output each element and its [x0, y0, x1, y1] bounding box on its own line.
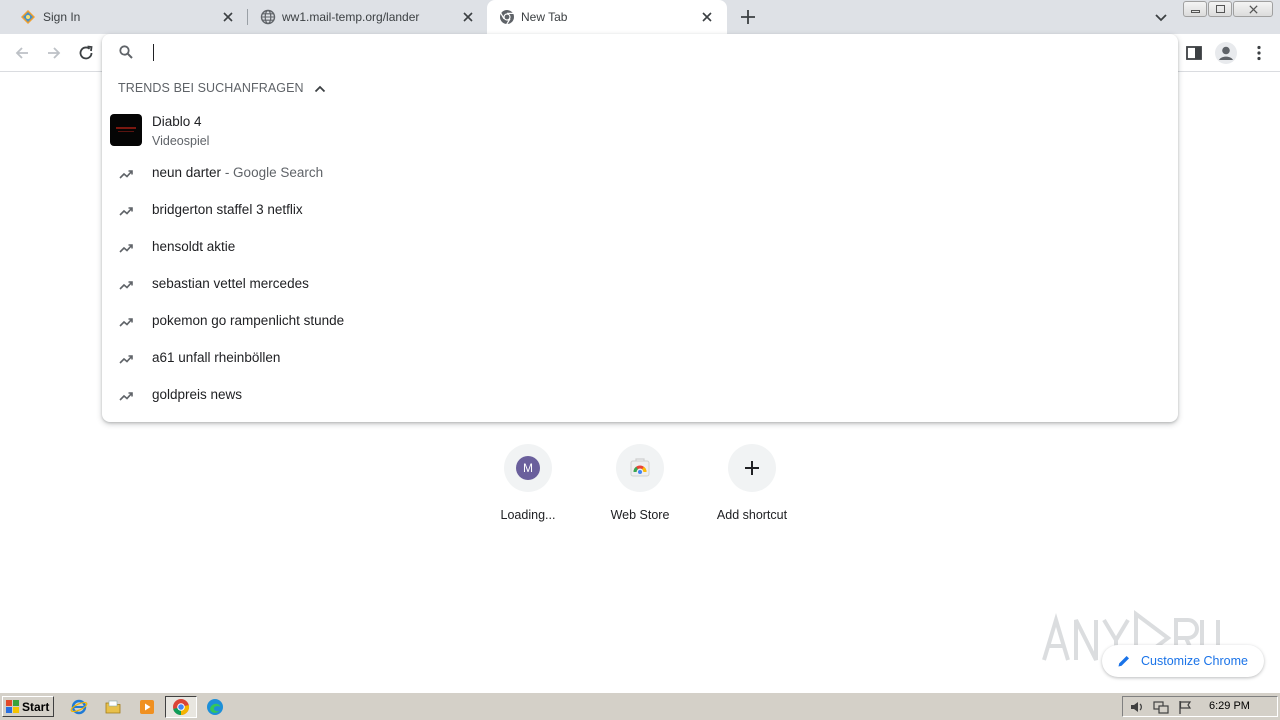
close-window-button[interactable]	[1233, 1, 1273, 17]
tab-sign-in[interactable]: Sign In	[8, 0, 246, 34]
suggestion-description: - Google Search	[221, 165, 324, 180]
entity-suggestion-diablo-4[interactable]: Diablo 4 Videospiel	[102, 110, 1178, 154]
trending-up-icon	[119, 281, 133, 290]
flag-icon[interactable]	[1177, 699, 1193, 715]
web-store-icon	[630, 458, 650, 477]
restore-icon	[1216, 5, 1225, 13]
diablo-thumbnail-image	[110, 114, 142, 146]
shortcut-icon-circle	[616, 444, 664, 492]
tab-new-tab[interactable]: New Tab	[487, 0, 727, 34]
plus-icon	[745, 461, 759, 475]
omnibox-dropdown: TRENDS BEI SUCHANFRAGEN Diablo 4 Videosp…	[102, 34, 1178, 422]
trending-suggestion[interactable]: goldpreis news	[102, 377, 1178, 414]
close-icon[interactable]	[460, 9, 476, 25]
trending-suggestion[interactable]: bridgerton staffel 3 netflix	[102, 192, 1178, 229]
restore-button[interactable]	[1208, 1, 1232, 17]
suggestion-query: sebastian vettel mercedes	[152, 276, 309, 291]
shortcut-label: Add shortcut	[716, 508, 788, 522]
tab-title: New Tab	[521, 10, 568, 24]
suggestion-query: bridgerton staffel 3 netflix	[152, 202, 303, 217]
omnibox-input[interactable]	[152, 40, 1152, 64]
windows-logo-icon	[6, 700, 19, 713]
trending-suggestion[interactable]: neun darter - Google Search	[102, 155, 1178, 192]
suggestion-text: neun darter - Google Search	[152, 165, 323, 180]
text-caret	[153, 44, 154, 61]
trending-up-icon	[119, 170, 133, 179]
globe-icon	[260, 9, 276, 25]
shortcut-icon-circle	[728, 444, 776, 492]
suggestion-query: pokemon go rampenlicht stunde	[152, 313, 345, 328]
suggestion-query: hensoldt aktie	[152, 239, 236, 254]
trending-up-icon	[119, 355, 133, 364]
thumbnail-logo-mark	[116, 127, 136, 129]
reload-icon[interactable]	[76, 43, 96, 63]
system-tray: 6:29 PM	[1122, 696, 1278, 717]
network-icon[interactable]	[1153, 699, 1169, 715]
profile-avatar-icon[interactable]	[1214, 41, 1238, 65]
shortcut-letter-avatar: M	[516, 456, 540, 480]
tab-strip: Sign In ww1.mail-temp.org/lander New Tab	[0, 0, 1280, 34]
suggestion-query: neun darter	[152, 165, 222, 180]
taskbar-chrome-button[interactable]	[165, 696, 197, 718]
new-tab-plus-icon[interactable]	[738, 7, 758, 27]
trending-suggestion[interactable]: pokemon go rampenlicht stunde	[102, 303, 1178, 340]
tab-mail-temp[interactable]: ww1.mail-temp.org/lander	[248, 0, 486, 34]
taskbar: Start 6:29 PM	[0, 692, 1280, 720]
close-icon[interactable]	[699, 9, 715, 25]
customize-chrome-label: Customize Chrome	[1141, 654, 1248, 668]
back-arrow-icon[interactable]	[12, 43, 32, 63]
tab-title: Sign In	[43, 10, 81, 24]
more-menu-icon[interactable]	[1249, 43, 1269, 63]
suggestion-query: goldpreis news	[152, 387, 243, 402]
tab-title: ww1.mail-temp.org/lander	[282, 10, 420, 24]
chevron-up-icon[interactable]	[312, 81, 328, 97]
trending-suggestion[interactable]: a61 unfall rheinböllen	[102, 340, 1178, 377]
start-button[interactable]: Start	[2, 696, 54, 717]
trending-up-icon	[119, 207, 133, 216]
suggestion-query: a61 unfall rheinböllen	[152, 350, 281, 365]
search-icon	[119, 45, 133, 59]
side-panel-icon[interactable]	[1184, 43, 1204, 63]
entity-subtitle: Videospiel	[152, 134, 210, 148]
sign-in-favicon-icon	[21, 10, 35, 24]
forward-arrow-icon[interactable]	[44, 43, 64, 63]
edge-icon[interactable]	[206, 698, 224, 716]
chrome-icon	[500, 10, 514, 25]
trending-up-icon	[119, 318, 133, 327]
suggestions-section-header: TRENDS BEI SUCHANFRAGEN	[118, 81, 304, 95]
trending-suggestion[interactable]: hensoldt aktie	[102, 229, 1178, 266]
minimize-button[interactable]	[1183, 1, 1207, 17]
trending-up-icon	[119, 392, 133, 401]
file-explorer-icon[interactable]	[104, 698, 122, 716]
shortcut-icon-circle: M	[504, 444, 552, 492]
shortcut-label: Web Store	[610, 508, 670, 522]
volume-icon[interactable]	[1129, 699, 1145, 715]
system-clock: 6:29 PM	[1209, 700, 1250, 712]
shortcut-label: Loading...	[500, 508, 556, 522]
entity-title: Diablo 4	[152, 114, 202, 129]
pencil-icon	[1118, 656, 1129, 667]
trending-suggestion[interactable]: sebastian vettel mercedes	[102, 266, 1178, 303]
add-shortcut-button[interactable]: Add shortcut	[696, 444, 808, 534]
chevron-down-icon[interactable]	[1152, 8, 1170, 26]
start-label: Start	[22, 700, 50, 714]
trending-up-icon	[119, 244, 133, 253]
chrome-icon	[173, 699, 190, 716]
media-player-icon[interactable]	[138, 698, 156, 716]
close-icon[interactable]	[220, 9, 236, 25]
internet-explorer-icon[interactable]	[70, 698, 88, 716]
shortcut-tile-web-store[interactable]: Web Store	[584, 444, 696, 534]
shortcut-tile-loading[interactable]: M Loading...	[472, 444, 584, 534]
customize-chrome-button[interactable]: Customize Chrome	[1102, 645, 1264, 677]
thumbnail-logo-mark	[118, 131, 134, 132]
close-icon	[1249, 5, 1258, 14]
minimize-icon	[1191, 10, 1200, 13]
